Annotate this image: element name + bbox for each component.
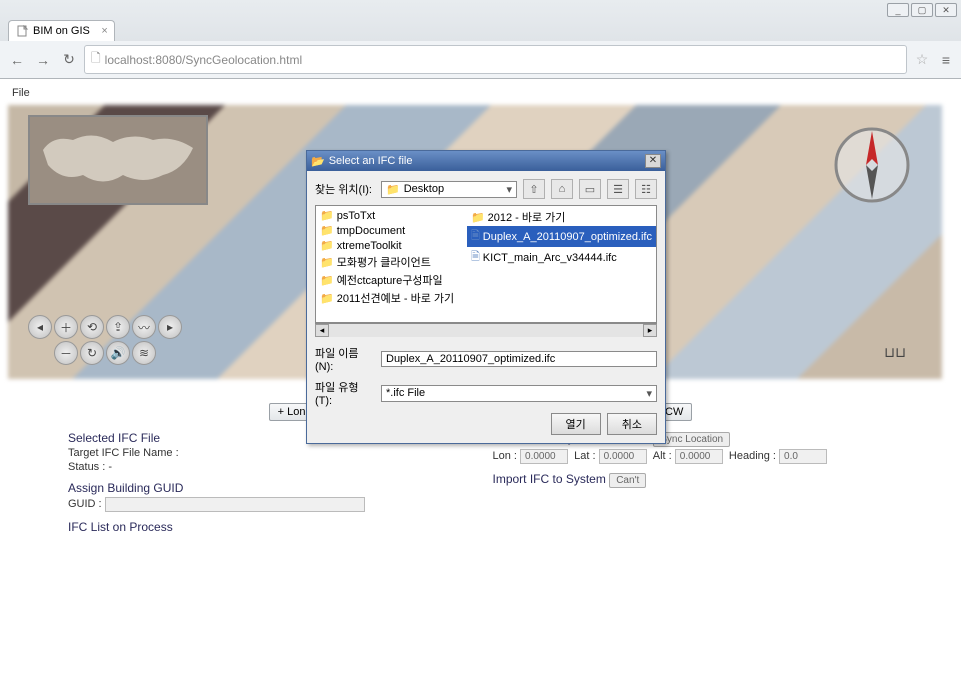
minimap[interactable]: [28, 115, 208, 205]
file-icon: 🗎: [471, 227, 480, 246]
chevron-down-icon: ▾: [506, 183, 512, 196]
tab-close-icon[interactable]: ×: [101, 25, 107, 37]
nav-controls: ◂ ＋ ⟲ ⇪ 〰 － ↻ 🔊 ≋ ▸: [28, 315, 182, 365]
status-value: -: [108, 461, 112, 473]
back-button[interactable]: ←: [6, 49, 28, 71]
file-icon: 🗎: [471, 248, 480, 267]
layers-button[interactable]: ≋: [132, 341, 156, 365]
lookin-select[interactable]: 📁 Desktop ▾: [381, 181, 517, 198]
file-list-scrollbar[interactable]: ◂ ▸: [315, 323, 657, 337]
file-item[interactable]: 📁psToTxt: [316, 208, 467, 223]
reload-button[interactable]: ↻: [58, 49, 80, 71]
home-button[interactable]: ⌂: [551, 179, 573, 199]
home-button[interactable]: ⇪: [106, 315, 130, 339]
import-button[interactable]: Can't: [609, 473, 646, 488]
lon-label: Lon :: [493, 450, 517, 462]
guid-input[interactable]: [105, 497, 365, 512]
target-label: Target IFC File Name :: [68, 447, 179, 459]
up-button[interactable]: ⇧: [523, 179, 545, 199]
dialog-close-button[interactable]: ✕: [645, 154, 661, 168]
scroll-right-button[interactable]: ▸: [643, 324, 657, 337]
filetype-select[interactable]: *.ifc File ▾: [381, 385, 657, 402]
folder-icon: 📁: [471, 211, 485, 224]
filename-input[interactable]: [381, 351, 657, 367]
newfolder-button[interactable]: ▭: [579, 179, 601, 199]
folder-icon: 📁: [320, 239, 334, 252]
window-titlebar: _ ▢ ✕: [0, 0, 961, 20]
folder-icon: 📁: [320, 224, 334, 237]
page-icon: [17, 25, 29, 37]
file-item[interactable]: 📁예전ctcapture구성파일: [316, 271, 467, 289]
file-item[interactable]: 📁2012 - 바로 가기: [467, 208, 656, 226]
zoom-in-button[interactable]: ＋: [54, 315, 78, 339]
folder-icon: 📁: [386, 183, 400, 196]
file-item[interactable]: 📁2011선견예보 - 바로 가기: [316, 289, 467, 307]
alt-label: Alt :: [653, 450, 672, 462]
pan-right-button[interactable]: ▸: [158, 315, 182, 339]
folder-icon: 📁: [320, 256, 334, 269]
detail-view-button[interactable]: ☷: [635, 179, 657, 199]
pan-left-button[interactable]: ◂: [28, 315, 52, 339]
folder-icon: 📁: [320, 209, 334, 222]
guid-label: GUID :: [68, 498, 102, 510]
url-field[interactable]: 🗋 localhost:8080/SyncGeolocation.html: [84, 45, 907, 74]
folder-open-icon: 📂: [311, 155, 325, 168]
tilt-button[interactable]: 〰: [132, 315, 156, 339]
close-window-button[interactable]: ✕: [935, 3, 957, 17]
chevron-down-icon: ▾: [646, 387, 652, 400]
address-bar: ← → ↻ 🗋 localhost:8080/SyncGeolocation.h…: [0, 41, 961, 78]
status-label: Status :: [68, 461, 105, 473]
page-icon: 🗋: [91, 49, 101, 70]
lat-label: Lat :: [574, 450, 595, 462]
folder-icon: 📁: [320, 274, 334, 287]
ifc-list-title: IFC List on Process: [68, 520, 469, 534]
dialog-titlebar[interactable]: 📂 Select an IFC file ✕: [307, 151, 665, 171]
lon-input[interactable]: [520, 449, 568, 464]
sound-button[interactable]: 🔊: [106, 341, 130, 365]
url-text: localhost:8080/SyncGeolocation.html: [105, 53, 302, 67]
rotate-button[interactable]: ↻: [80, 341, 104, 365]
dialog-title: Select an IFC file: [329, 155, 413, 167]
heading-label: Heading :: [729, 450, 776, 462]
tab-title: BIM on GIS: [33, 25, 90, 37]
scale-icon: ⊔⊔: [884, 344, 906, 361]
maximize-button[interactable]: ▢: [911, 3, 933, 17]
list-view-button[interactable]: ☰: [607, 179, 629, 199]
file-item[interactable]: 🗎KICT_main_Arc_v34444.ifc: [467, 247, 656, 268]
filename-label: 파일 이름(N):: [315, 345, 375, 373]
tab-bar: BIM on GIS ×: [0, 20, 961, 41]
zoom-out-button[interactable]: －: [54, 341, 78, 365]
file-list[interactable]: 📁psToTxt📁tmpDocument📁xtremeToolkit📁모화평가 …: [315, 205, 657, 323]
file-menu[interactable]: File: [8, 85, 953, 101]
filetype-value: *.ifc File: [386, 387, 425, 399]
file-item[interactable]: 📁xtremeToolkit: [316, 238, 467, 253]
reset-button[interactable]: ⟲: [80, 315, 104, 339]
open-button[interactable]: 열기: [551, 413, 601, 435]
file-item[interactable]: 🗎Duplex_A_20110907_optimized.ifc: [467, 226, 656, 247]
bookmark-icon[interactable]: ☆: [911, 49, 933, 71]
heading-input[interactable]: [779, 449, 827, 464]
alt-input[interactable]: [675, 449, 723, 464]
browser-chrome: _ ▢ ✕ BIM on GIS × ← → ↻ 🗋 localhost:808…: [0, 0, 961, 79]
lookin-label: 찾는 위치(I):: [315, 181, 375, 197]
scroll-left-button[interactable]: ◂: [315, 324, 329, 337]
folder-icon: 📁: [320, 292, 334, 305]
assign-guid-title: Assign Building GUID: [68, 481, 469, 495]
filetype-label: 파일 유형(T):: [315, 379, 375, 407]
import-ifc-title: Import IFC to System Can't: [493, 472, 894, 488]
file-item[interactable]: 📁모화평가 클라이언트: [316, 253, 467, 271]
world-map-icon: [33, 120, 203, 200]
compass[interactable]: [832, 125, 912, 205]
lookin-value: Desktop: [404, 183, 444, 195]
forward-button[interactable]: →: [32, 49, 54, 71]
lat-input[interactable]: [599, 449, 647, 464]
file-dialog: 📂 Select an IFC file ✕ 찾는 위치(I): 📁 Deskt…: [306, 150, 666, 444]
file-item[interactable]: 📁tmpDocument: [316, 223, 467, 238]
browser-tab[interactable]: BIM on GIS ×: [8, 20, 115, 41]
minimize-button[interactable]: _: [887, 3, 909, 17]
cancel-button[interactable]: 취소: [607, 413, 657, 435]
menu-icon[interactable]: ≡: [937, 49, 955, 71]
